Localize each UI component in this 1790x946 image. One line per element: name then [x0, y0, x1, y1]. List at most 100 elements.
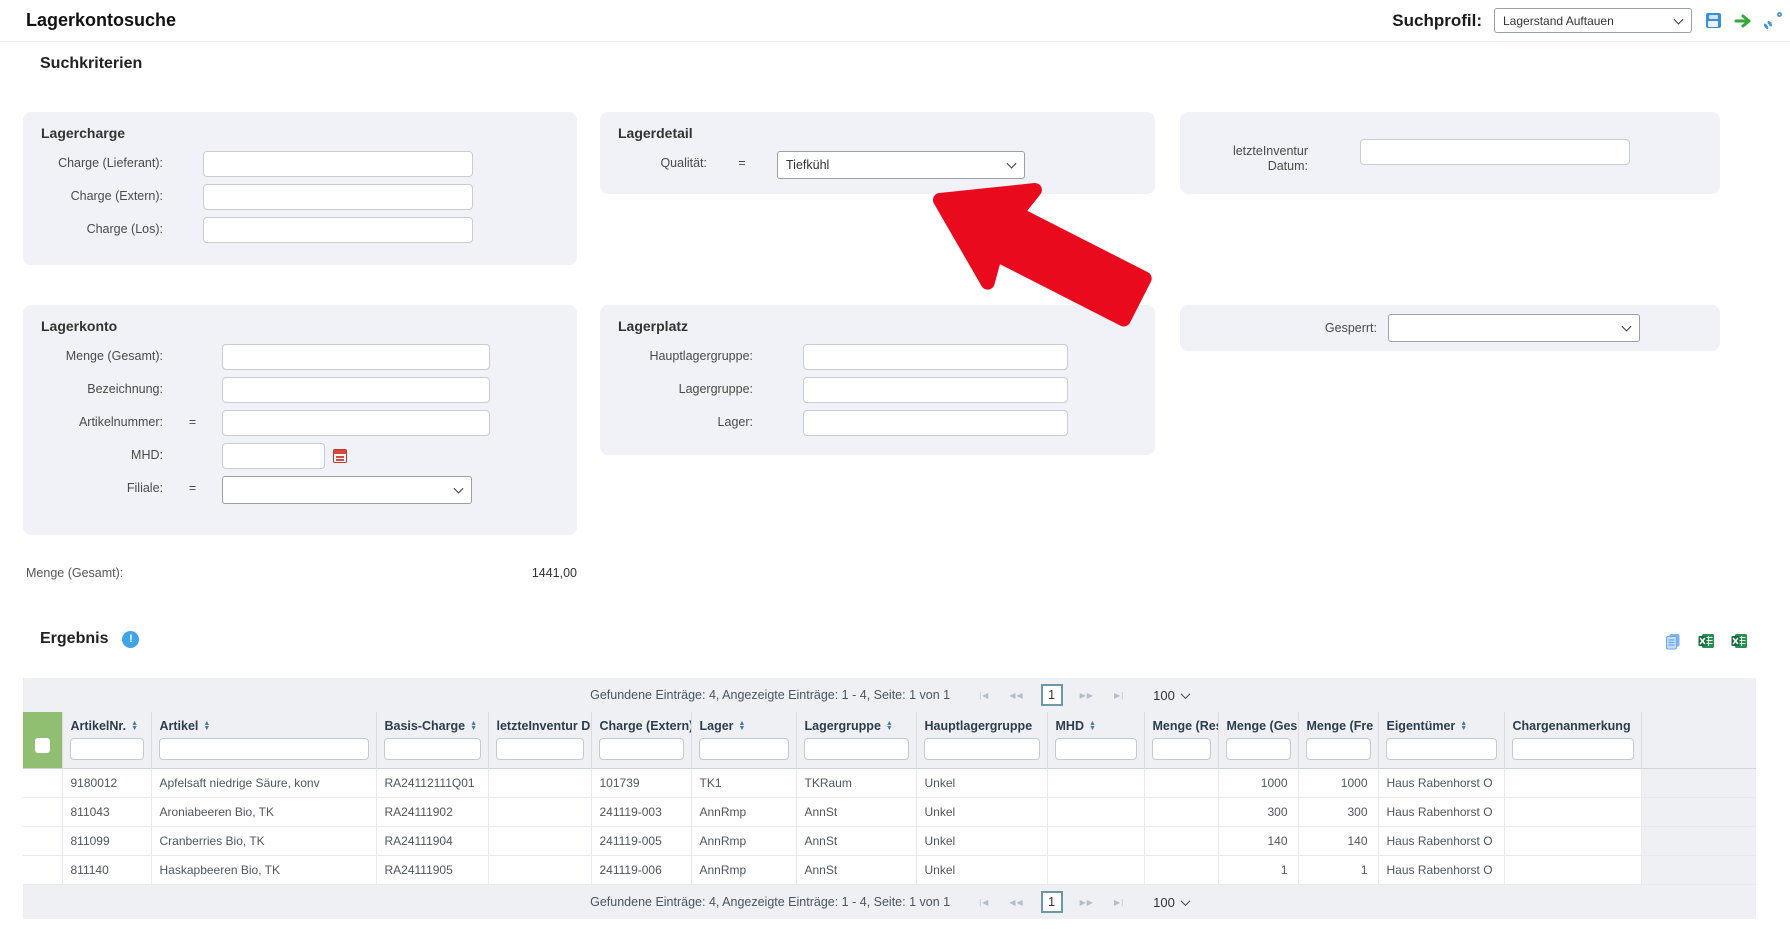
column-filter-input[interactable]	[159, 738, 369, 760]
letzte-inventur-input[interactable]	[1360, 139, 1630, 165]
table-cell	[1504, 856, 1641, 885]
save-profile-button[interactable]	[1704, 12, 1722, 30]
column-header-label[interactable]: MHD	[1056, 719, 1084, 733]
column-filter-input[interactable]	[70, 738, 144, 760]
lager-input[interactable]	[803, 410, 1068, 436]
charge-los-input[interactable]	[203, 217, 473, 243]
column-header-label[interactable]: Lager	[700, 719, 734, 733]
column-filter-input[interactable]	[496, 738, 584, 760]
sort-icon[interactable]: ▲ ▼	[739, 721, 746, 732]
export-document-button[interactable]	[1664, 632, 1682, 650]
export-excel-alt-button[interactable]	[1730, 632, 1748, 650]
sort-icon[interactable]: ▲ ▼	[1460, 721, 1467, 732]
column-header-label: Chargenanmerkung	[1513, 719, 1631, 733]
lager-label: Lager:	[618, 410, 753, 430]
table-header-cell: Hauptlagergruppe	[916, 712, 1047, 769]
table-cell	[488, 798, 591, 827]
table-header-cell: Artikel ▲ ▼	[151, 712, 376, 769]
mhd-input[interactable]	[222, 443, 325, 469]
table-cell: AnnRmp	[691, 798, 796, 827]
table-cell: TKRaum	[796, 769, 916, 798]
qualitaet-select[interactable]: Tiefkühl	[778, 152, 1024, 178]
charge-extern-input[interactable]	[203, 184, 473, 210]
table-row[interactable]: 9180012Apfelsaft niedrige Säure, konvRA2…	[23, 769, 1756, 798]
column-header-label[interactable]: ArtikelNr.	[71, 719, 127, 733]
column-header-label[interactable]: Basis-Charge	[385, 719, 466, 733]
table-header-cell: Lagergruppe ▲ ▼	[796, 712, 916, 769]
sort-icon[interactable]: ▲ ▼	[886, 721, 893, 732]
lagergruppe-input[interactable]	[803, 377, 1068, 403]
prev-page-button[interactable]: ◀◀	[1002, 687, 1030, 704]
column-filter-input[interactable]	[804, 738, 909, 760]
table-cell: Haus Rabenhorst O	[1378, 769, 1504, 798]
ergebnis-table: ArtikelNr.▲ ▼Artikel▲ ▼Basis-Charge▲ ▼le…	[23, 712, 1756, 885]
column-header-label[interactable]: Artikel	[160, 719, 199, 733]
current-page[interactable]: 1	[1041, 684, 1063, 706]
column-header-label[interactable]: Charge (Extern)	[600, 719, 692, 733]
column-header-label: Hauptlagergruppe	[925, 719, 1033, 733]
sort-icon[interactable]: ▲ ▼	[203, 721, 210, 732]
sort-icon[interactable]: ▲ ▼	[131, 721, 138, 732]
table-cell	[1504, 798, 1641, 827]
column-filter-input[interactable]	[1226, 738, 1291, 760]
gesperrt-select[interactable]	[1389, 315, 1639, 341]
row-select-cell	[23, 769, 62, 798]
column-filter-input[interactable]	[1386, 738, 1497, 760]
last-page-button[interactable]: ▶|	[1107, 687, 1131, 704]
last-page-button[interactable]: ▶|	[1107, 894, 1131, 911]
charge-lieferant-input[interactable]	[203, 151, 473, 177]
table-row[interactable]: 811043Aroniabeeren Bio, TKRA241119022411…	[23, 798, 1756, 827]
info-icon[interactable]: !	[122, 631, 139, 648]
search-profile-select[interactable]: Lagerstand Auftauen	[1495, 9, 1691, 32]
column-filter-input[interactable]	[699, 738, 789, 760]
column-filter-input[interactable]	[384, 738, 481, 760]
column-filter-input[interactable]	[924, 738, 1040, 760]
letzte-inventur-label: letzteInventur Datum:	[1198, 139, 1308, 174]
search-profile-label: Suchprofil:	[1392, 11, 1482, 31]
column-filter-input[interactable]	[1055, 738, 1137, 760]
sort-icon[interactable]: ▲ ▼	[470, 721, 477, 732]
table-header-cell: Eigentümer ▲ ▼	[1378, 712, 1504, 769]
column-filter-input[interactable]	[1512, 738, 1634, 760]
hauptlagergruppe-input[interactable]	[803, 344, 1068, 370]
table-cell: 811043	[62, 798, 151, 827]
select-all-checkbox[interactable]	[35, 738, 50, 753]
page-size-select[interactable]: 100	[1153, 688, 1189, 703]
table-cell	[1504, 827, 1641, 856]
next-page-button[interactable]: ▶▶	[1073, 687, 1101, 704]
filiale-select[interactable]	[223, 477, 471, 503]
bezeichnung-input[interactable]	[222, 377, 490, 403]
next-page-button[interactable]: ▶▶	[1073, 894, 1101, 911]
table-cell: Cranberries Bio, TK	[151, 827, 376, 856]
prev-page-button[interactable]: ◀◀	[1002, 894, 1030, 911]
current-page[interactable]: 1	[1041, 891, 1063, 913]
table-row[interactable]: 811099Cranberries Bio, TKRA2411190424111…	[23, 827, 1756, 856]
filler-cell	[1641, 769, 1756, 798]
column-header-label: Menge (Ges	[1227, 719, 1298, 733]
hauptlagergruppe-label: Hauptlagergruppe:	[618, 344, 753, 364]
column-header-label[interactable]: Eigentümer	[1387, 719, 1456, 733]
menge-gesamt-input[interactable]	[222, 344, 490, 370]
table-cell: 1000	[1298, 769, 1378, 798]
charge-lieferant-label: Charge (Lieferant):	[41, 151, 163, 171]
column-header-label[interactable]: Lagergruppe	[805, 719, 881, 733]
column-filter-input[interactable]	[599, 738, 684, 760]
sort-icon[interactable]: ▲ ▼	[1089, 721, 1096, 732]
filler-cell	[1641, 856, 1756, 885]
calendar-icon[interactable]	[333, 449, 347, 463]
run-profile-button[interactable]	[1734, 12, 1752, 30]
filiale-select-wrap	[222, 476, 472, 504]
table-cell: 241119-003	[591, 798, 691, 827]
search-profile-cluster: Suchprofil: Lagerstand Auftauen	[1392, 8, 1782, 33]
export-excel-button[interactable]	[1697, 632, 1715, 650]
page-size-select[interactable]: 100	[1153, 895, 1189, 910]
column-filter-input[interactable]	[1152, 738, 1211, 760]
table-cell	[488, 769, 591, 798]
first-page-button[interactable]: |◀	[972, 687, 996, 704]
column-filter-input[interactable]	[1306, 738, 1371, 760]
profile-settings-button[interactable]	[1764, 12, 1782, 30]
artikelnummer-input[interactable]	[222, 410, 490, 436]
table-row[interactable]: 811140Haskapbeeren Bio, TKRA241119052411…	[23, 856, 1756, 885]
pagination-bottom: Gefundene Einträge: 4, Angezeigte Einträ…	[23, 885, 1756, 919]
first-page-button[interactable]: |◀	[972, 894, 996, 911]
